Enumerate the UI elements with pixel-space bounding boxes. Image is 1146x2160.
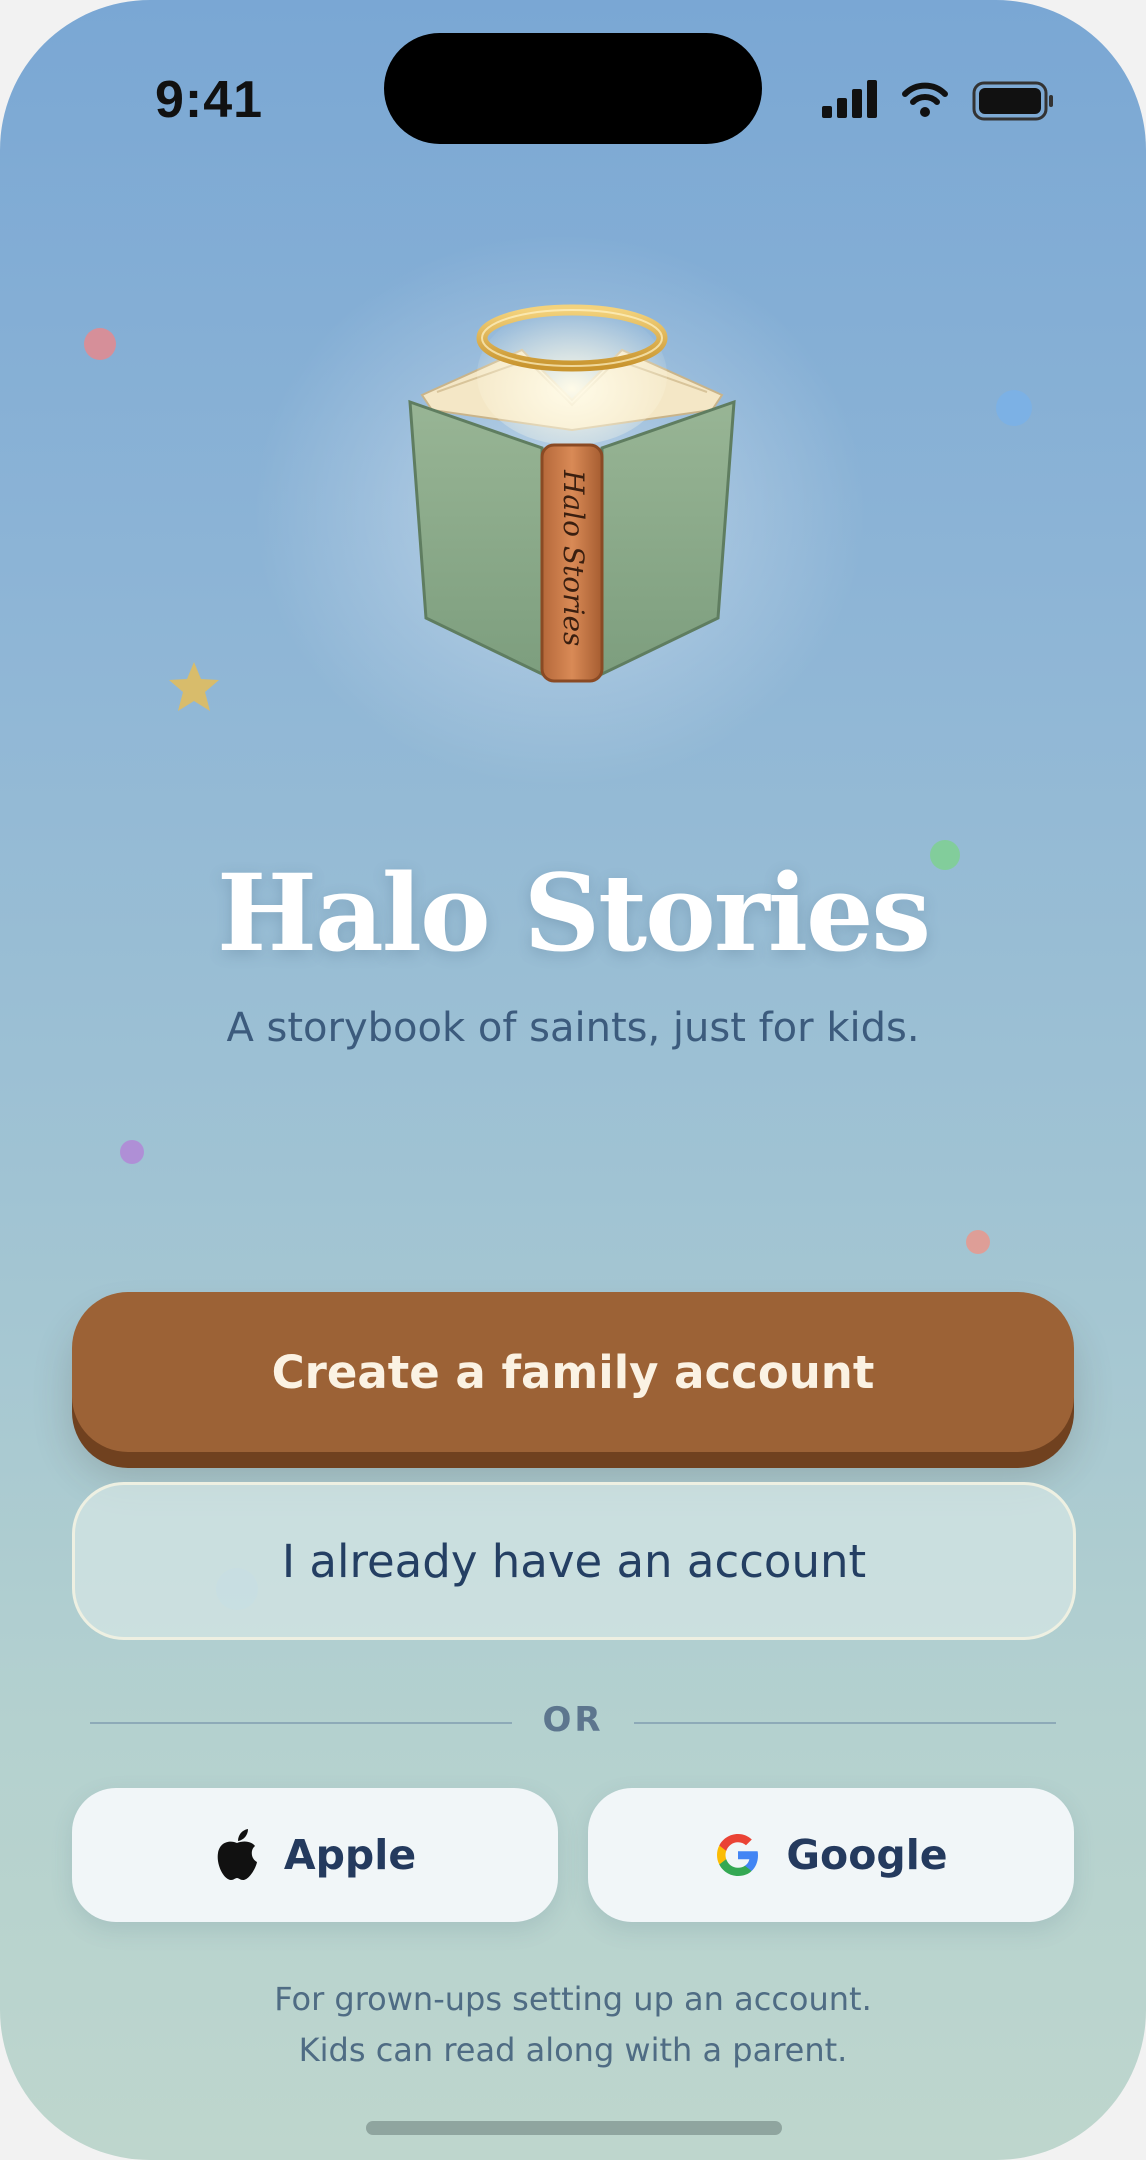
halo-book-logo: Halo Stories <box>408 304 736 683</box>
app-subtitle: A storybook of saints, just for kids. <box>226 1005 920 1051</box>
apple-label: Apple <box>283 1831 417 1879</box>
book-spine-text: Halo Stories <box>557 469 590 646</box>
create-family-account-button[interactable]: Create a family account <box>72 1292 1074 1452</box>
decor-dot <box>84 328 116 360</box>
divider-or-label: OR <box>542 1700 604 1740</box>
footer-line-1: For grown-ups setting up an account. <box>274 1980 872 2018</box>
battery-icon <box>972 81 1053 121</box>
footer-line-2: Kids can read along with a parent. <box>298 2031 848 2069</box>
status-time: 9:41 <box>155 71 264 129</box>
wifi-icon <box>902 82 948 117</box>
decor-dot <box>966 1230 990 1254</box>
app-title: Halo Stories <box>216 850 931 975</box>
apple-icon <box>217 1829 257 1880</box>
dynamic-island <box>384 33 762 144</box>
google-icon <box>717 1834 759 1876</box>
signal-icon <box>822 80 877 118</box>
phone-screen: 9:41 Halo Stories Halo Stories A storybo… <box>0 0 1146 2160</box>
apple-signin-button[interactable]: Apple <box>72 1788 558 1922</box>
status-bar: 9:41 <box>0 0 1146 180</box>
create-account-label: Create a family account <box>271 1345 875 1399</box>
decor-dot <box>120 1140 144 1164</box>
star-icon <box>169 662 219 711</box>
decor-dot <box>996 390 1032 426</box>
home-indicator[interactable] <box>366 2121 782 2135</box>
existing-account-label: I already have an account <box>281 1534 867 1588</box>
google-label: Google <box>786 1831 948 1879</box>
google-signin-button[interactable]: Google <box>588 1788 1074 1922</box>
existing-account-button[interactable]: I already have an account <box>72 1482 1076 1640</box>
